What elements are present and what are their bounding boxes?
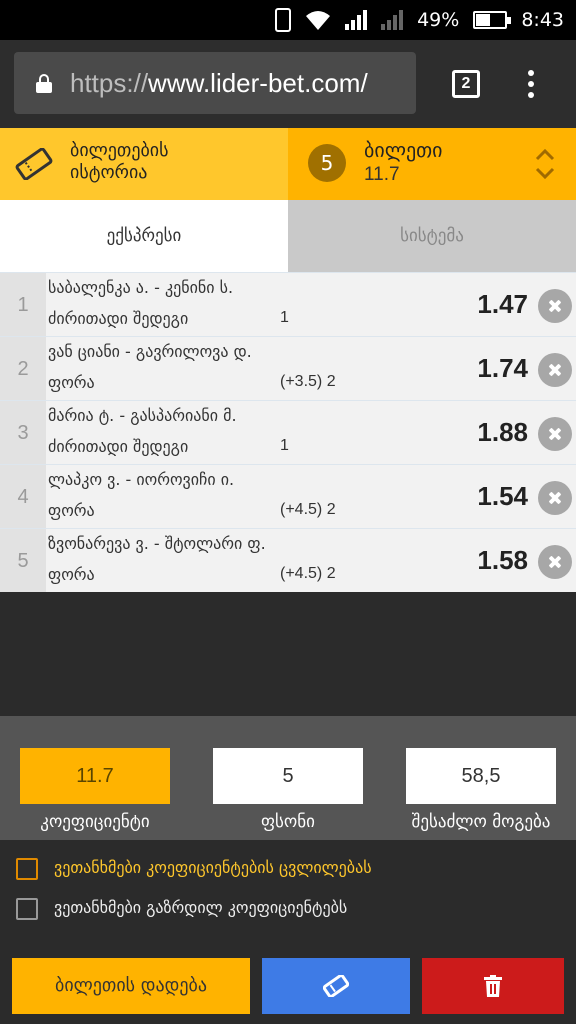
bet-type-tabs: ექსპრესი სისტემა	[0, 200, 576, 272]
possible-win-label: შესაძლო მოგება	[411, 812, 551, 832]
browser-toolbar: https://www.lider-bet.com/ 2	[0, 40, 576, 128]
bet-outcome: 1	[280, 437, 289, 454]
ticket-icon	[323, 975, 349, 997]
ticket-history-label-line2: ისტორია	[70, 162, 148, 183]
ticket-total-odd: 11.7	[364, 164, 400, 185]
ticket-title: ბილეთი	[364, 138, 443, 162]
url-host: www.lider-bet.com/	[148, 68, 368, 98]
accept-changes-label: ვეთანხმები კოეფიციენტების ცვლილებას	[54, 858, 372, 877]
accept-increased-checkbox[interactable]	[16, 898, 38, 920]
address-bar[interactable]: https://www.lider-bet.com/	[14, 52, 416, 114]
ticket-history-button[interactable]: ბილეთების ისტორია	[0, 128, 288, 200]
bet-number: 5	[0, 529, 46, 593]
accept-changes-checkbox[interactable]	[16, 858, 38, 880]
total-coefficient-value: 11.7	[20, 748, 170, 804]
tab-express[interactable]: ექსპრესი	[0, 200, 288, 272]
remove-bet-icon[interactable]	[538, 545, 572, 579]
accept-changes-option[interactable]: ვეთანხმები კოეფიციენტების ცვლილებას	[16, 854, 576, 884]
url-text[interactable]: https://www.lider-bet.com/	[70, 68, 368, 99]
ticket-header: ბილეთების ისტორია 5 ბილეთი 11.7	[0, 128, 576, 200]
coefficient-label: კოეფიციენტი	[40, 812, 150, 832]
bet-market: ძირითადი შედეგი	[48, 437, 189, 456]
bet-event: ზვონარევა ვ. - შტოლარი ფ.	[48, 534, 266, 553]
bet-market: ფორა	[48, 565, 95, 584]
bet-outcome: (+4.5) 2	[280, 501, 336, 518]
bet-coefficient: 1.74	[477, 353, 528, 383]
expand-collapse-icon[interactable]	[534, 146, 556, 182]
bet-event: ლაპკო ვ. - იოროვიჩი ი.	[48, 470, 235, 489]
bet-coefficient: 1.54	[477, 481, 528, 511]
possible-win-value: 58,5	[406, 748, 556, 804]
tab-system[interactable]: სისტემა	[288, 200, 576, 272]
ticket-history-label: ბილეთების ისტორია	[70, 140, 169, 184]
bet-coefficient: 1.58	[477, 545, 528, 575]
accept-increased-option[interactable]: ვეთანხმები გაზრდილ კოეფიციენტებს	[16, 894, 576, 924]
bet-market: ძირითადი შედეგი	[48, 309, 189, 328]
bet-row: 5 ზვონარევა ვ. - შტოლარი ფ. ფორა (+4.5) …	[0, 528, 576, 593]
bet-event: ვან ციანი - გავრილოვა დ.	[48, 342, 252, 361]
ticket-icon	[15, 148, 53, 180]
remove-bet-icon[interactable]	[538, 353, 572, 387]
bet-outcome: (+4.5) 2	[280, 565, 336, 582]
bet-number: 4	[0, 465, 46, 529]
empty-space	[0, 592, 576, 716]
accept-increased-label: ვეთანხმები გაზრდილ კოეფიციენტებს	[54, 898, 348, 917]
clock: 8:43	[521, 9, 564, 31]
bet-row: 4 ლაპკო ვ. - იოროვიჩი ი. ფორა (+4.5) 2 1…	[0, 464, 576, 529]
bet-number: 3	[0, 401, 46, 465]
ticket-options: ვეთანხმები კოეფიციენტების ცვლილებას ვეთა…	[0, 840, 576, 944]
signal-icon-secondary	[381, 10, 404, 30]
remove-bet-icon[interactable]	[538, 289, 572, 323]
status-bar: 49% 8:43	[0, 0, 576, 40]
bet-market: ფორა	[48, 373, 95, 392]
bet-row: 1 საბალენკა ა. - კენინი ს. ძირითადი შედე…	[0, 272, 576, 337]
place-bet-button[interactable]: ბილეთის დადება	[12, 958, 250, 1014]
ticket-actions: ბილეთის დადება	[0, 944, 576, 1024]
current-ticket-panel[interactable]: 5 ბილეთი 11.7	[288, 128, 576, 200]
bet-event: მარია ტ. - გასპარიანი მ.	[48, 406, 237, 425]
bet-outcome: 1	[280, 309, 289, 326]
bet-coefficient: 1.47	[477, 289, 528, 319]
bet-event: საბალენკა ა. - კენინი ს.	[48, 278, 234, 297]
bet-number: 1	[0, 273, 46, 337]
tab-switcher-button[interactable]: 2	[452, 70, 480, 98]
bet-market: ფორა	[48, 501, 95, 520]
bet-row: 2 ვან ციანი - გავრილოვა დ. ფორა (+3.5) 2…	[0, 336, 576, 401]
bet-row: 3 მარია ტ. - გასპარიანი მ. ძირითადი შედე…	[0, 400, 576, 465]
url-scheme: https://	[70, 68, 149, 98]
battery-icon	[473, 11, 512, 29]
selection-count-badge: 5	[308, 144, 346, 182]
trash-icon	[484, 975, 502, 997]
overflow-menu-icon[interactable]	[526, 70, 536, 100]
stake-input[interactable]: 5	[213, 748, 363, 804]
lock-icon	[36, 74, 52, 93]
stake-label: ფსონი	[261, 812, 315, 832]
ticket-summary: 11.7 5 58,5 კოეფიციენტი ფსონი შესაძლო მო…	[0, 716, 576, 840]
bet-coefficient: 1.88	[477, 417, 528, 447]
save-ticket-button[interactable]	[262, 958, 410, 1014]
status-icons: 49% 8:43	[275, 0, 564, 40]
remove-bet-icon[interactable]	[538, 417, 572, 451]
bet-outcome: (+3.5) 2	[280, 373, 336, 390]
battery-percent: 49%	[417, 9, 460, 31]
vibrate-icon	[275, 8, 292, 32]
remove-bet-icon[interactable]	[538, 481, 572, 515]
clear-ticket-button[interactable]	[422, 958, 564, 1014]
bet-list: 1 საბალენკა ა. - კენინი ს. ძირითადი შედე…	[0, 272, 576, 593]
signal-icon	[345, 10, 368, 30]
ticket-history-label-line1: ბილეთების	[70, 140, 169, 161]
bet-number: 2	[0, 337, 46, 401]
wifi-icon	[306, 11, 331, 30]
